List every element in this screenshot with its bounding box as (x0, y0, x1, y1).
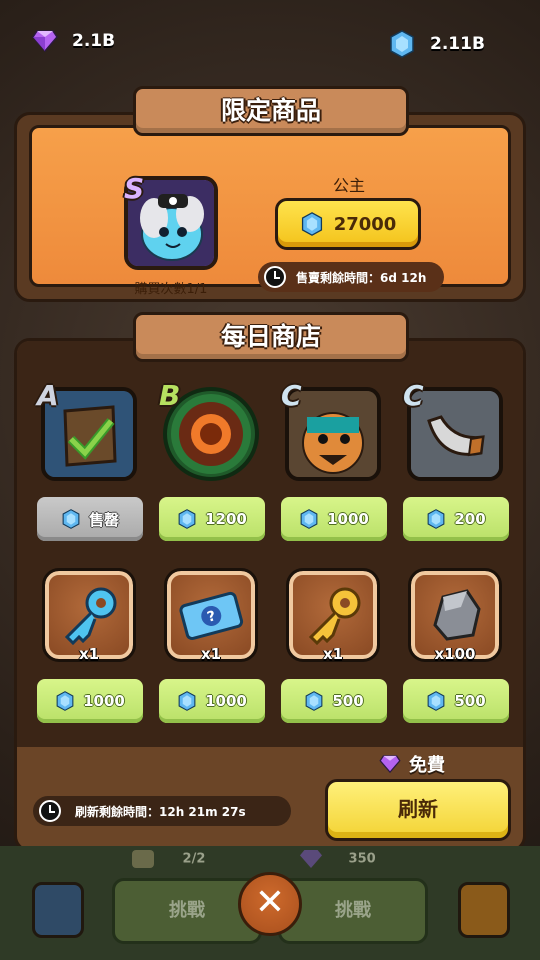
hero-rank-badge: S (124, 172, 145, 205)
item-quantity: x1 (200, 645, 222, 663)
sold-out-button: 售罄 (37, 497, 143, 541)
gem-amount: 2.1B (72, 31, 116, 51)
purple-gem-icon (379, 755, 401, 773)
buy-button[interactable]: 1200 (159, 497, 265, 541)
item-quantity: x100 (434, 645, 476, 663)
limited-offer-title: 限定商品 (133, 86, 409, 136)
item-rank: C (281, 379, 302, 412)
daily-shop-panel: A 售罄 B 1200 C 1000 C 200 x1 1000 ? x1 10… (14, 338, 526, 852)
stat-right-value: 350 (348, 851, 376, 867)
purchase-count: 購買次數1/1 (134, 282, 208, 297)
item-rank: A (37, 379, 59, 412)
clock-icon (39, 800, 61, 822)
free-refresh-label: 免費 (379, 751, 445, 777)
buy-button[interactable]: 1000 (37, 679, 143, 723)
stat-left: 2/2 (132, 850, 205, 868)
item-price: 1000 (327, 510, 369, 528)
item-rank: C (403, 379, 424, 412)
clock-icon (264, 266, 286, 288)
purple-gem-icon (300, 850, 322, 868)
princess-price: 27000 (333, 213, 397, 235)
buy-button[interactable]: 1000 (159, 679, 265, 723)
sale-time-left: 售賣剩餘時間：6d 12h (296, 270, 427, 285)
shop-side-button[interactable] (32, 882, 84, 938)
buy-button[interactable]: 1000 (281, 497, 387, 541)
refresh-time-left: 刷新剩餘時間：12h 21m 27s (75, 804, 246, 819)
limited-offer-panel: S 購買次數1/1 公主 27000 售賣剩餘時間：6d 12h (14, 112, 526, 302)
blue-crystal-icon (178, 509, 196, 529)
item-price: 200 (454, 510, 486, 528)
stat-right: 350 (300, 850, 376, 868)
blue-crystal-icon (305, 691, 323, 711)
item-price: 1000 (83, 692, 125, 710)
gem-counter: 2.1B (32, 30, 115, 52)
blue-crystal-icon (56, 691, 74, 711)
exit-side-button[interactable] (458, 882, 510, 938)
stat-left-value: 2/2 (182, 851, 206, 867)
blue-crystal-icon (300, 509, 318, 529)
hero-name: 公主 (332, 176, 365, 195)
sale-timer: 售賣剩餘時間：6d 12h (258, 262, 444, 292)
buy-button[interactable]: 200 (403, 497, 509, 541)
item-price: 1000 (205, 692, 247, 710)
ticket-icon (132, 850, 154, 868)
daily-shop-title: 每日商店 (133, 312, 409, 362)
crystal-counter: 2.11B (388, 30, 485, 58)
item-price: 1200 (205, 510, 247, 528)
item-price: 500 (332, 692, 364, 710)
daily-shop-body: A 售罄 B 1200 C 1000 C 200 x1 1000 ? x1 10… (17, 341, 523, 747)
buy-button[interactable]: 500 (281, 679, 387, 723)
blue-crystal-icon (427, 509, 445, 529)
blue-crystal-icon (390, 30, 414, 58)
item-price: 售罄 (88, 510, 119, 529)
blue-crystal-icon (427, 691, 445, 711)
free-text: 免費 (409, 755, 445, 776)
purple-gem-icon (32, 30, 58, 52)
blue-crystal-icon (301, 212, 322, 236)
refresh-button[interactable]: 刷新 (325, 779, 511, 841)
crystal-amount: 2.11B (430, 34, 485, 54)
limited-offer-body: S 購買次數1/1 公主 27000 售賣剩餘時間：6d 12h (29, 125, 511, 297)
item-quantity: x1 (78, 645, 100, 663)
close-button[interactable]: ✕ (238, 872, 302, 936)
refresh-timer: 刷新剩餘時間：12h 21m 27s (33, 796, 291, 826)
item-price: 500 (454, 692, 486, 710)
currency-bar: 2.1B 2.11B (0, 22, 540, 78)
item-quantity: x1 (322, 645, 344, 663)
item-rank: B (159, 379, 181, 412)
buy-button[interactable]: 500 (403, 679, 509, 723)
blue-crystal-icon (178, 691, 196, 711)
buy-princess-button[interactable]: 27000 (275, 198, 421, 250)
blue-crystal-icon (62, 509, 80, 529)
